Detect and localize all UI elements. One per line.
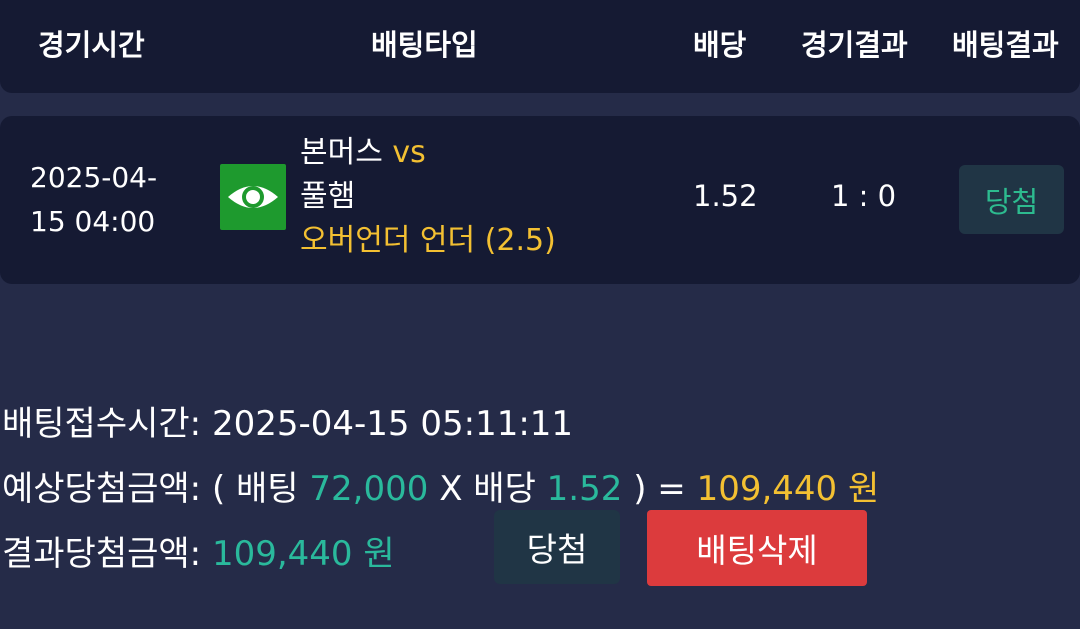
open-paren-text: ( 배팅 [211, 469, 299, 509]
expected-label: 예상당첨금액: [2, 469, 202, 509]
close-eq-text: ) = [633, 469, 686, 509]
header-bet-result: 배팅결과 [952, 28, 1059, 62]
bet-result-badge: 당첨 [959, 165, 1064, 234]
win-status-button[interactable]: 당첨 [494, 510, 620, 584]
game-time: 2025-04- 15 04:00 [30, 156, 170, 244]
table-header: 경기시간 배팅타입 배당 경기결과 배팅결과 [0, 0, 1080, 93]
times-odds-text: X 배당 [439, 469, 536, 509]
delete-bet-button[interactable]: 배팅삭제 [647, 510, 867, 586]
game-date-line1: 2025-04- [30, 161, 158, 194]
accept-time-label: 배팅접수시간: [2, 404, 202, 444]
home-line: 본머스 vs [300, 131, 556, 175]
home-team: 본머스 [300, 135, 383, 170]
expected-win-line: 예상당첨금액: ( 배팅 72,000 X 배당 1.52 ) = 109,44… [2, 461, 879, 510]
header-game-result: 경기결과 [801, 28, 908, 62]
accept-time-value: 2025-04-15 05:11:11 [211, 404, 574, 444]
bet-row: 2025-04- 15 04:00 본머스 vs 풀햄 오버언더 언더 (2.5… [0, 116, 1080, 284]
result-label: 결과당첨금액: [2, 534, 202, 574]
row-odds: 1.52 [693, 179, 758, 213]
eye-icon[interactable] [220, 164, 286, 230]
header-game-time: 경기시간 [38, 28, 145, 62]
accept-time-line: 배팅접수시간: 2025-04-15 05:11:11 [2, 396, 573, 445]
match-info: 본머스 vs 풀햄 오버언더 언더 (2.5) [300, 131, 556, 263]
row-score: 1 : 0 [831, 179, 897, 213]
result-win-line: 결과당첨금액: 109,440 원 [2, 526, 395, 575]
result-amount: 109,440 원 [211, 534, 395, 574]
away-team: 풀햄 [300, 179, 356, 214]
stake-amount: 72,000 [309, 469, 429, 509]
summary-odds: 1.52 [546, 469, 623, 509]
header-bet-type: 배팅타입 [371, 28, 478, 62]
eye-icon-svg [228, 186, 278, 208]
game-date-line2: 15 04:00 [30, 205, 156, 238]
vs-label: vs [392, 135, 426, 170]
header-odds: 배당 [693, 28, 747, 62]
expected-amount: 109,440 원 [696, 469, 880, 509]
bet-market: 오버언더 언더 (2.5) [300, 223, 556, 258]
